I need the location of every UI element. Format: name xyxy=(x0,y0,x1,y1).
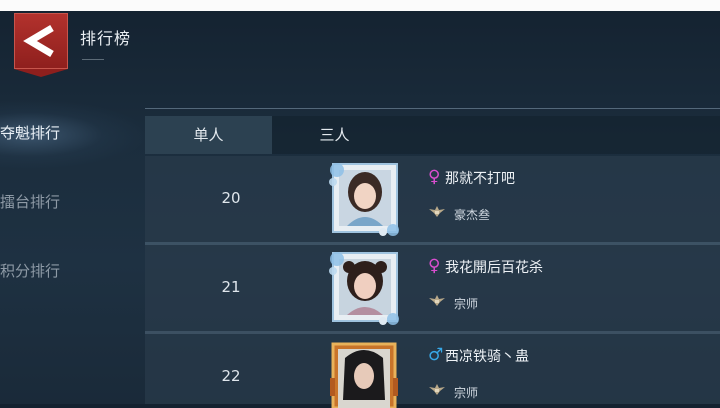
tab-bar: 单人 三人 xyxy=(145,116,720,154)
ranking-row[interactable]: 21 ♀ 我花開后百花杀 宗师 xyxy=(145,245,720,334)
player-avatar xyxy=(329,252,399,325)
sidebar-item-label: 夺魁排行 xyxy=(0,124,61,142)
rank-emblem-icon xyxy=(429,206,445,217)
rank-emblem-icon xyxy=(429,384,445,395)
female-icon: ♀ xyxy=(428,256,441,276)
back-arrow-icon xyxy=(23,24,54,58)
rank-emblem-icon xyxy=(429,295,445,306)
rank-number: 22 xyxy=(221,367,241,385)
sidebar-item-duokui[interactable]: 夺魁排行 xyxy=(0,100,145,169)
tab-single[interactable]: 单人 xyxy=(145,116,272,154)
ranking-panel: 单人 三人 20 ♀ 那就不打吧 豪杰叁 21 ♀ 我花開后百花杀 宗师 22 … xyxy=(145,108,720,408)
sidebar: 夺魁排行 擂台排行 积分排行 xyxy=(0,100,145,307)
header: 排行榜 xyxy=(0,11,720,77)
tab-trio[interactable]: 三人 xyxy=(272,116,397,154)
female-icon: ♀ xyxy=(428,167,441,187)
back-button[interactable] xyxy=(14,13,68,77)
rank-number: 20 xyxy=(221,189,241,207)
ranking-row[interactable]: 22 ♂ 西凉铁骑丶蛊 宗师 xyxy=(145,334,720,408)
sidebar-item-leitai[interactable]: 擂台排行 xyxy=(0,169,145,238)
title-underline xyxy=(82,59,104,60)
rank-number: 21 xyxy=(221,278,241,296)
player-name: 那就不打吧 xyxy=(445,171,515,187)
ranking-row[interactable]: 20 ♀ 那就不打吧 豪杰叁 xyxy=(145,156,720,245)
panel-divider xyxy=(145,108,720,109)
sidebar-item-jifen[interactable]: 积分排行 xyxy=(0,238,145,307)
rank-title: 宗师 xyxy=(454,297,479,311)
sidebar-item-label: 擂台排行 xyxy=(0,193,61,211)
player-name: 我花開后百花杀 xyxy=(445,260,543,276)
sidebar-item-label: 积分排行 xyxy=(0,262,61,280)
page-title: 排行榜 xyxy=(80,29,132,48)
male-icon: ♂ xyxy=(428,345,444,365)
top-strip xyxy=(0,0,720,11)
player-avatar xyxy=(330,342,398,408)
rank-title: 豪杰叁 xyxy=(454,208,491,222)
player-avatar xyxy=(329,163,399,236)
rank-title: 宗师 xyxy=(454,386,479,400)
player-name: 西凉铁骑丶蛊 xyxy=(445,349,529,365)
